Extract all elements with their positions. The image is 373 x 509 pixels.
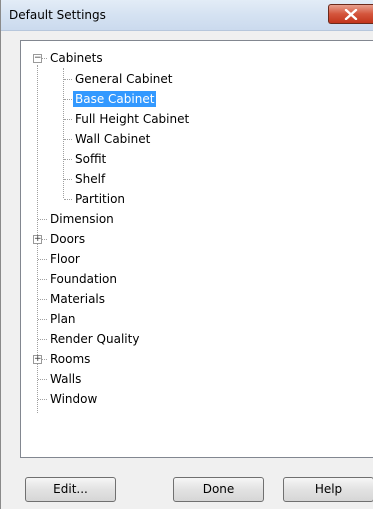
tree-item-general-cabinet[interactable]: General Cabinet <box>73 69 174 89</box>
edit-button[interactable]: Edit... <box>25 477 116 502</box>
tree-item-wall-cabinet[interactable]: Wall Cabinet <box>73 129 152 149</box>
tree-item-shelf[interactable]: Shelf <box>73 169 107 189</box>
tree-item-foundation[interactable]: Foundation <box>48 269 119 289</box>
doors-expand-icon[interactable]: + <box>33 235 42 244</box>
tree-item-floor[interactable]: Floor <box>48 249 82 269</box>
close-icon <box>344 9 358 20</box>
tree-item-full-height-cabinet[interactable]: Full Height Cabinet <box>73 109 191 129</box>
tree-item-dimension[interactable]: Dimension <box>48 209 116 229</box>
rooms-expand-icon[interactable]: + <box>33 355 42 364</box>
tree-item-doors[interactable]: Doors <box>48 229 87 249</box>
tree-item-plan[interactable]: Plan <box>48 309 78 329</box>
settings-tree[interactable]: − Cabinets General Cabinet Base Cabinet … <box>20 40 373 458</box>
tree-item-cabinets[interactable]: Cabinets <box>48 48 105 68</box>
tree-item-partition[interactable]: Partition <box>73 189 127 209</box>
tree-item-soffit[interactable]: Soffit <box>73 149 108 169</box>
tree-item-window[interactable]: Window <box>48 389 99 409</box>
done-button[interactable]: Done <box>173 477 264 502</box>
tree-item-base-cabinet[interactable]: Base Cabinet <box>73 89 157 109</box>
window-title: Default Settings <box>9 8 106 22</box>
tree-item-render-quality[interactable]: Render Quality <box>48 329 141 349</box>
tree-item-materials[interactable]: Materials <box>48 289 107 309</box>
close-button[interactable] <box>328 4 373 24</box>
tree-item-walls[interactable]: Walls <box>48 369 83 389</box>
help-button[interactable]: Help <box>283 477 373 502</box>
cabinets-collapse-icon[interactable]: − <box>33 54 42 63</box>
default-settings-dialog: Default Settings − Cabinets General Cabi… <box>0 0 373 509</box>
title-bar[interactable]: Default Settings <box>1 0 373 31</box>
tree-item-rooms[interactable]: Rooms <box>48 349 92 369</box>
